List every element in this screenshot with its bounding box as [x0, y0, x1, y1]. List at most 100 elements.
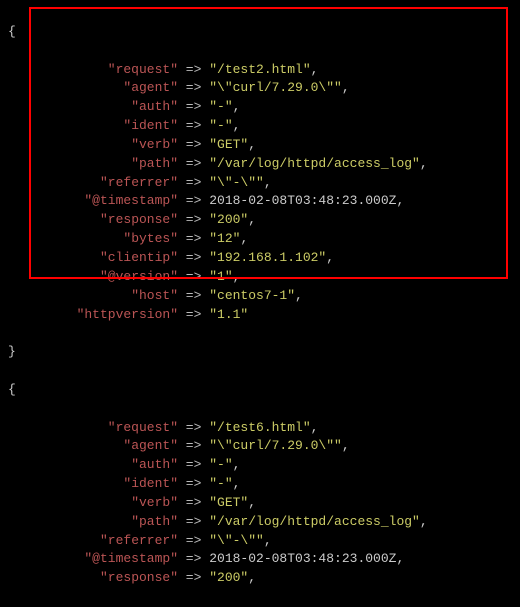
arrow-operator: =>	[178, 231, 209, 246]
log-key: "clientip"	[100, 250, 178, 265]
arrow-operator: =>	[178, 212, 209, 227]
log-value: "1.1"	[209, 307, 248, 322]
comma: ,	[248, 495, 256, 510]
log-key: "@timestamp"	[84, 193, 178, 208]
log-value: "centos7-1"	[209, 288, 295, 303]
log-key: "@timestamp"	[84, 551, 178, 566]
arrow-operator: =>	[178, 551, 209, 566]
log-key: "httpversion"	[77, 307, 178, 322]
comma: ,	[264, 175, 272, 190]
comma: ,	[420, 156, 428, 171]
log-value: "\"-\""	[209, 175, 264, 190]
log-value: "/test2.html"	[209, 62, 310, 77]
arrow-operator: =>	[178, 80, 209, 95]
comma: ,	[233, 99, 241, 114]
arrow-operator: =>	[178, 457, 209, 472]
arrow-operator: =>	[178, 118, 209, 133]
comma: ,	[311, 420, 319, 435]
log-entry-line: "@timestamp" => 2018-02-08T03:48:23.000Z…	[8, 550, 512, 569]
log-value: "1"	[209, 269, 232, 284]
log-key: "host"	[131, 288, 178, 303]
comma: ,	[342, 438, 350, 453]
arrow-operator: =>	[178, 156, 209, 171]
log-entry-line: "verb" => "GET",	[8, 494, 512, 513]
arrow-operator: =>	[178, 420, 209, 435]
log-value: "-"	[209, 476, 232, 491]
brace-open: {	[8, 23, 512, 42]
log-value: "GET"	[209, 137, 248, 152]
log-key: "@version"	[100, 269, 178, 284]
log-entry-line: "clientip" => "192.168.1.102",	[8, 249, 512, 268]
log-entry-line: "auth" => "-",	[8, 98, 512, 117]
log-value: 2018-02-08T03:48:23.000Z	[209, 551, 396, 566]
log-value: "GET"	[209, 495, 248, 510]
log-key: "response"	[100, 570, 178, 585]
arrow-operator: =>	[178, 438, 209, 453]
log-value: "/test6.html"	[209, 420, 310, 435]
comma: ,	[311, 62, 319, 77]
log-value: "\"-\""	[209, 533, 264, 548]
comma: ,	[295, 288, 303, 303]
comma: ,	[264, 533, 272, 548]
arrow-operator: =>	[178, 307, 209, 322]
log-key: "request"	[108, 420, 178, 435]
log-key: "path"	[131, 156, 178, 171]
log-value: "200"	[209, 570, 248, 585]
arrow-operator: =>	[178, 476, 209, 491]
comma: ,	[233, 457, 241, 472]
log-value: "12"	[209, 231, 240, 246]
log-key: "auth"	[131, 457, 178, 472]
arrow-operator: =>	[178, 514, 209, 529]
arrow-operator: =>	[178, 288, 209, 303]
log-entry-line: "@version" => "1",	[8, 268, 512, 287]
log-entry-line: "request" => "/test6.html",	[8, 419, 512, 438]
log-entry-line: "verb" => "GET",	[8, 136, 512, 155]
log-key: "referrer"	[100, 533, 178, 548]
brace-close: }	[8, 343, 512, 362]
log-entry-line: "@timestamp" => 2018-02-08T03:48:23.000Z…	[8, 192, 512, 211]
log-key: "verb"	[131, 137, 178, 152]
arrow-operator: =>	[178, 269, 209, 284]
log-entry-line: "agent" => "\"curl/7.29.0\"",	[8, 437, 512, 456]
log-entry-line: "agent" => "\"curl/7.29.0\"",	[8, 79, 512, 98]
log-entry-line: "path" => "/var/log/httpd/access_log",	[8, 513, 512, 532]
comma: ,	[396, 551, 404, 566]
log-entry-line: "auth" => "-",	[8, 456, 512, 475]
arrow-operator: =>	[178, 250, 209, 265]
log-value: "\"curl/7.29.0\""	[209, 80, 342, 95]
log-value: "-"	[209, 99, 232, 114]
log-key: "verb"	[131, 495, 178, 510]
brace-open: {	[8, 381, 512, 400]
comma: ,	[248, 137, 256, 152]
comma: ,	[233, 118, 241, 133]
log-value: "-"	[209, 118, 232, 133]
log-key: "ident"	[123, 476, 178, 491]
arrow-operator: =>	[178, 62, 209, 77]
arrow-operator: =>	[178, 495, 209, 510]
log-key: "agent"	[123, 438, 178, 453]
comma: ,	[342, 80, 350, 95]
log-entry-line: "httpversion" => "1.1"	[8, 306, 512, 325]
log-key: "auth"	[131, 99, 178, 114]
arrow-operator: =>	[178, 193, 209, 208]
log-key: "request"	[108, 62, 178, 77]
log-entry-line: "request" => "/test2.html",	[8, 61, 512, 80]
log-key: "response"	[100, 212, 178, 227]
log-entry-line: "host" => "centos7-1",	[8, 287, 512, 306]
log-key: "ident"	[123, 118, 178, 133]
log-value: "\"curl/7.29.0\""	[209, 438, 342, 453]
comma: ,	[240, 231, 248, 246]
log-entry-line: "response" => "200",	[8, 211, 512, 230]
arrow-operator: =>	[178, 137, 209, 152]
log-entry-line: "referrer" => "\"-\"",	[8, 174, 512, 193]
log-key: "bytes"	[123, 231, 178, 246]
code-block: { "request" => "/test2.html","agent" => …	[0, 0, 520, 607]
comma: ,	[396, 193, 404, 208]
comma: ,	[420, 514, 428, 529]
log-entry-line: "referrer" => "\"-\"",	[8, 532, 512, 551]
log-entry-line: "response" => "200",	[8, 569, 512, 588]
comma: ,	[233, 269, 241, 284]
log-value: "200"	[209, 212, 248, 227]
arrow-operator: =>	[178, 570, 209, 585]
comma: ,	[233, 476, 241, 491]
